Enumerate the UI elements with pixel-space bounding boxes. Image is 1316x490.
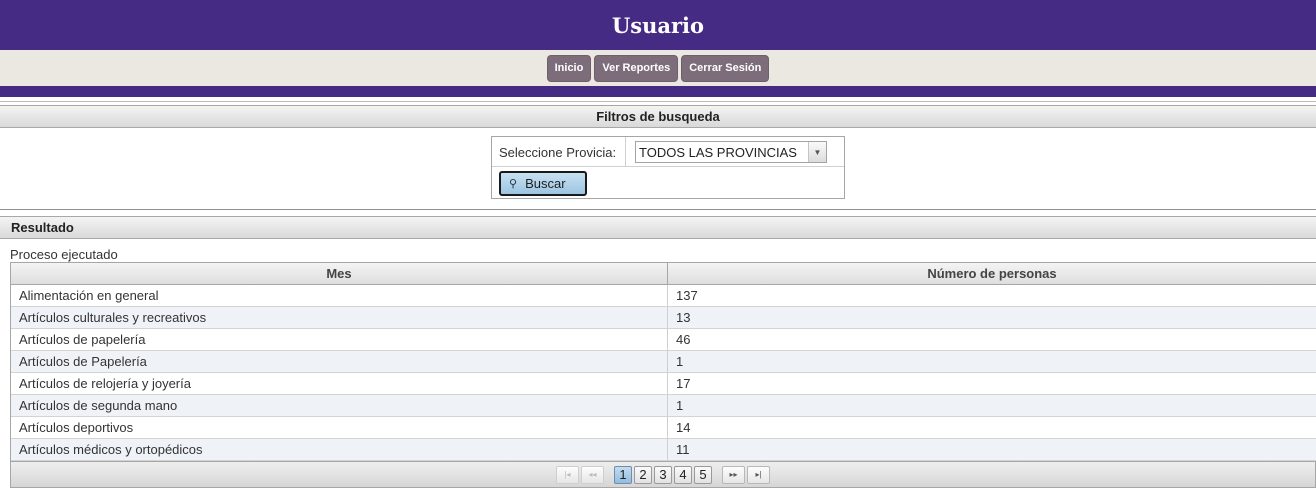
search-button-label: Buscar: [525, 176, 566, 191]
search-icon: ⚲: [509, 178, 518, 190]
divider: [0, 101, 1316, 102]
chevron-down-icon[interactable]: ▼: [808, 142, 826, 162]
prev-page-icon[interactable]: ◂◂: [581, 465, 604, 484]
pagination-bar: |◂ ◂◂ 1 2 3 4 5 ▸▸ ▸|: [10, 461, 1316, 488]
nav-inicio-button[interactable]: Inicio: [546, 54, 592, 82]
status-text: Proceso ejecutado: [10, 247, 118, 262]
result-section-title: Resultado: [11, 220, 74, 235]
cell-personas: 137: [676, 288, 698, 303]
cell-personas: 11: [676, 442, 690, 457]
cell-mes: Artículos médicos y ortopédicos: [11, 439, 668, 460]
filters-section-header: Filtros de busqueda: [0, 105, 1316, 128]
page-1-button[interactable]: 1: [614, 465, 632, 484]
table-row[interactable]: Alimentación en general 137: [11, 285, 1316, 307]
table-row[interactable]: Artículos de relojería y joyería 17: [11, 373, 1316, 395]
search-button[interactable]: ⚲ Buscar: [499, 171, 587, 196]
nav-ver-reportes-button[interactable]: Ver Reportes: [594, 54, 679, 82]
page-5-button[interactable]: 5: [694, 465, 712, 484]
cell-mes: Artículos de relojería y joyería: [11, 373, 668, 394]
nav-divider-bar: [0, 86, 1316, 97]
filter-form: Seleccione Provicia: TODOS LAS PROVINCIA…: [491, 136, 845, 199]
divider: [0, 209, 1316, 210]
cell-personas: 1: [676, 354, 684, 369]
cell-personas: 13: [676, 310, 691, 325]
cell-mes: Artículos de Papelería: [11, 351, 668, 372]
next-page-icon[interactable]: ▸▸: [722, 465, 745, 484]
table-row[interactable]: Artículos culturales y recreativos 13: [11, 307, 1316, 329]
cell-mes: Alimentación en general: [11, 285, 668, 306]
cell-personas: 1: [676, 398, 684, 413]
results-table: Mes Número de personas Alimentación en g…: [10, 262, 1316, 461]
table-row[interactable]: Artículos médicos y ortopédicos 11: [11, 439, 1316, 461]
page-2-button[interactable]: 2: [634, 465, 652, 484]
cell-mes: Artículos deportivos: [11, 417, 668, 438]
first-page-icon[interactable]: |◂: [556, 465, 579, 484]
cell-divider: [625, 137, 626, 167]
cell-mes: Artículos de papelería: [11, 329, 668, 350]
filters-section-title: Filtros de busqueda: [596, 109, 720, 124]
cell-mes: Artículos culturales y recreativos: [11, 307, 668, 328]
province-select-value: TODOS LAS PROVINCIAS: [639, 145, 797, 160]
page-4-button[interactable]: 4: [674, 465, 692, 484]
table-row[interactable]: Artículos de Papelería 1: [11, 351, 1316, 373]
app-header: Usuario: [0, 0, 1316, 50]
province-label: Seleccione Provicia:: [499, 145, 617, 160]
table-row[interactable]: Artículos deportivos 14: [11, 417, 1316, 439]
filter-row: Seleccione Provicia: TODOS LAS PROVINCIA…: [492, 137, 844, 167]
page-title: Usuario: [611, 12, 705, 38]
table-row[interactable]: Artículos de papelería 46: [11, 329, 1316, 351]
table-header: Mes Número de personas: [11, 262, 1316, 285]
column-header-personas[interactable]: Número de personas: [668, 263, 1316, 284]
top-nav: Inicio Ver Reportes Cerrar Sesión: [0, 50, 1316, 86]
nav-cerrar-sesion-button[interactable]: Cerrar Sesión: [681, 54, 770, 82]
table-row[interactable]: Artículos de segunda mano 1: [11, 395, 1316, 417]
cell-personas: 17: [676, 376, 691, 391]
cell-mes: Artículos de segunda mano: [11, 395, 668, 416]
province-select[interactable]: TODOS LAS PROVINCIAS ▼: [635, 141, 827, 163]
page-3-button[interactable]: 3: [654, 465, 672, 484]
last-page-icon[interactable]: ▸|: [747, 465, 770, 484]
result-section-header: Resultado: [0, 216, 1316, 239]
cell-personas: 46: [676, 332, 691, 347]
cell-personas: 14: [676, 420, 691, 435]
column-header-mes[interactable]: Mes: [11, 263, 668, 284]
